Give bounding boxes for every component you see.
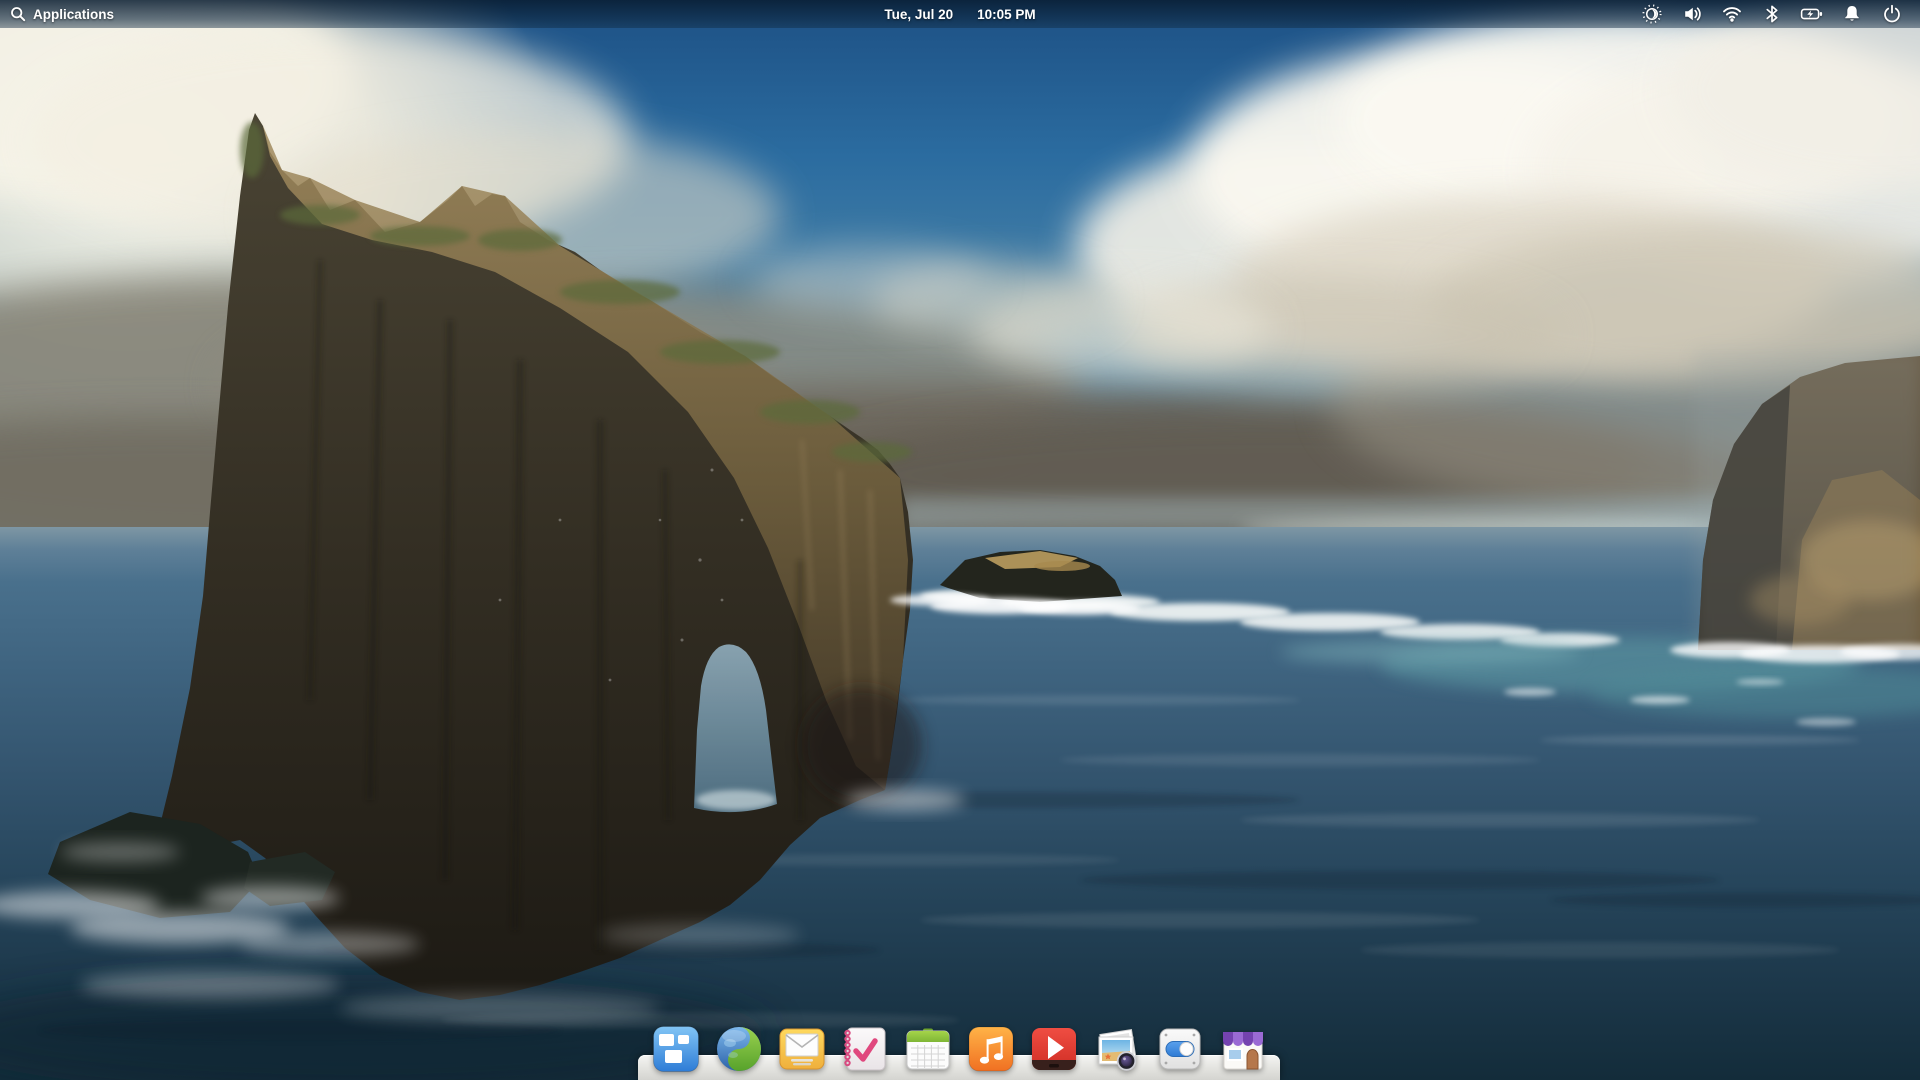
top-panel: Applications Tue, Jul 20 10:05 PM [0, 0, 1920, 28]
bluetooth-indicator[interactable] [1752, 0, 1792, 28]
bluetooth-icon [1761, 3, 1783, 25]
dock-icons-row [638, 1025, 1280, 1073]
dock-item-calendar[interactable] [904, 1025, 952, 1073]
calendar-icon [904, 1025, 952, 1073]
system-settings-icon [1156, 1025, 1204, 1073]
dock-item-multitasking[interactable] [652, 1025, 700, 1073]
dock-item-appcenter[interactable] [1219, 1025, 1267, 1073]
multitasking-view-icon [652, 1025, 700, 1073]
panel-time: 10:05 PM [977, 7, 1036, 22]
notifications-indicator[interactable] [1832, 0, 1872, 28]
music-icon [967, 1025, 1015, 1073]
wifi-indicator[interactable] [1712, 0, 1752, 28]
distant-cliff [1670, 350, 1920, 663]
night-light-indicator[interactable] [1632, 0, 1672, 28]
tasks-icon [841, 1025, 889, 1073]
wifi-icon [1721, 3, 1743, 25]
dock-item-videos[interactable] [1030, 1025, 1078, 1073]
indicator-area [1632, 0, 1920, 28]
web-browser-icon [715, 1025, 763, 1073]
dock-item-settings[interactable] [1156, 1025, 1204, 1073]
night-light-icon [1641, 3, 1663, 25]
applications-menu-button[interactable]: Applications [0, 0, 124, 28]
battery-charging-icon [1800, 3, 1824, 25]
dock [638, 1024, 1280, 1080]
panel-date: Tue, Jul 20 [884, 7, 953, 22]
battery-indicator[interactable] [1792, 0, 1832, 28]
power-icon [1881, 3, 1903, 25]
sound-indicator[interactable] [1672, 0, 1712, 28]
dock-item-mail[interactable] [778, 1025, 826, 1073]
sound-icon [1681, 3, 1703, 25]
dock-item-photos[interactable] [1093, 1025, 1141, 1073]
dock-item-tasks[interactable] [841, 1025, 889, 1073]
wallpaper-image [0, 0, 1920, 1080]
videos-icon [1030, 1025, 1078, 1073]
dock-item-web[interactable] [715, 1025, 763, 1073]
power-indicator[interactable] [1872, 0, 1912, 28]
mail-icon [778, 1025, 826, 1073]
dock-item-music[interactable] [967, 1025, 1015, 1073]
appcenter-icon [1219, 1025, 1267, 1073]
photos-icon [1093, 1025, 1141, 1073]
applications-label: Applications [33, 7, 114, 22]
datetime-button[interactable]: Tue, Jul 20 10:05 PM [872, 0, 1047, 28]
notifications-icon [1841, 3, 1863, 25]
search-icon [10, 6, 26, 22]
